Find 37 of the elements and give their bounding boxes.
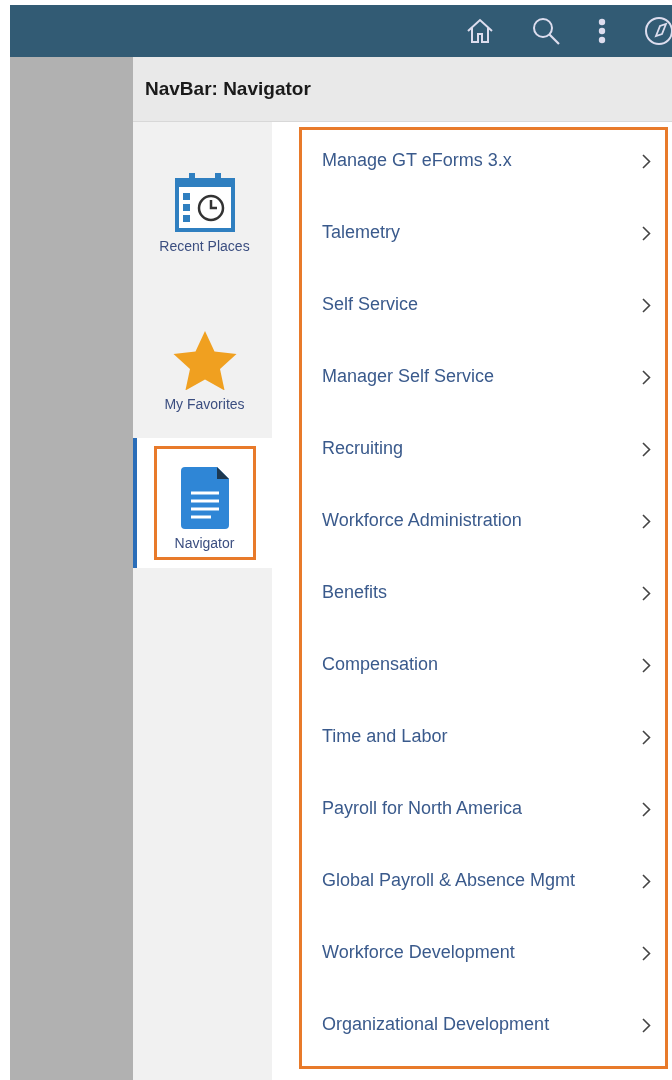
document-icon <box>180 467 229 529</box>
compass-icon[interactable] <box>644 16 672 46</box>
navigator-menu-item[interactable]: Manage GT eForms 3.x <box>302 130 665 202</box>
calendar-clock-icon <box>174 172 235 232</box>
navigator-menu-item[interactable]: Payroll for North America <box>302 778 665 850</box>
chevron-right-icon <box>642 226 651 241</box>
chevron-right-icon <box>642 370 651 385</box>
navigator-menu-item[interactable]: Workforce Administration <box>302 490 665 562</box>
navigator-menu-item[interactable]: Self Service <box>302 274 665 346</box>
star-icon <box>172 330 237 390</box>
chevron-right-icon <box>642 730 651 745</box>
chevron-right-icon <box>642 586 651 601</box>
navbar-tab[interactable]: My Favorites <box>133 280 272 432</box>
home-icon[interactable] <box>466 18 494 44</box>
navigator-menu-item[interactable]: Benefits <box>302 562 665 634</box>
page-title: NavBar: Navigator <box>145 78 311 100</box>
chevron-right-icon <box>642 946 651 961</box>
chevron-right-icon <box>642 154 651 169</box>
navigator-menu-item[interactable]: Talemetry <box>302 202 665 274</box>
chevron-right-icon <box>642 298 651 313</box>
navbar-tab[interactable]: Navigator <box>133 438 272 568</box>
navigator-menu-item[interactable]: Organizational Development <box>302 994 665 1066</box>
chevron-right-icon <box>642 802 651 817</box>
navigator-menu-item[interactable]: Global Payroll & Absence Mgmt <box>302 850 665 922</box>
chevron-right-icon <box>642 1018 651 1033</box>
chevron-right-icon <box>642 442 651 457</box>
chevron-right-icon <box>642 658 651 673</box>
navbar-tab[interactable]: Recent Places <box>133 122 272 274</box>
chevron-right-icon <box>642 514 651 529</box>
more-options-icon[interactable] <box>598 18 606 44</box>
navigator-menu-item[interactable]: Manager Self Service <box>302 346 665 418</box>
search-icon[interactable] <box>532 17 560 45</box>
navigator-menu-item[interactable]: Compensation <box>302 634 665 706</box>
navigator-menu-item[interactable]: Recruiting <box>302 418 665 490</box>
navigator-menu-item[interactable]: Time and Labor <box>302 706 665 778</box>
navigator-menu-item[interactable]: Workforce Development <box>302 922 665 994</box>
chevron-right-icon <box>642 874 651 889</box>
